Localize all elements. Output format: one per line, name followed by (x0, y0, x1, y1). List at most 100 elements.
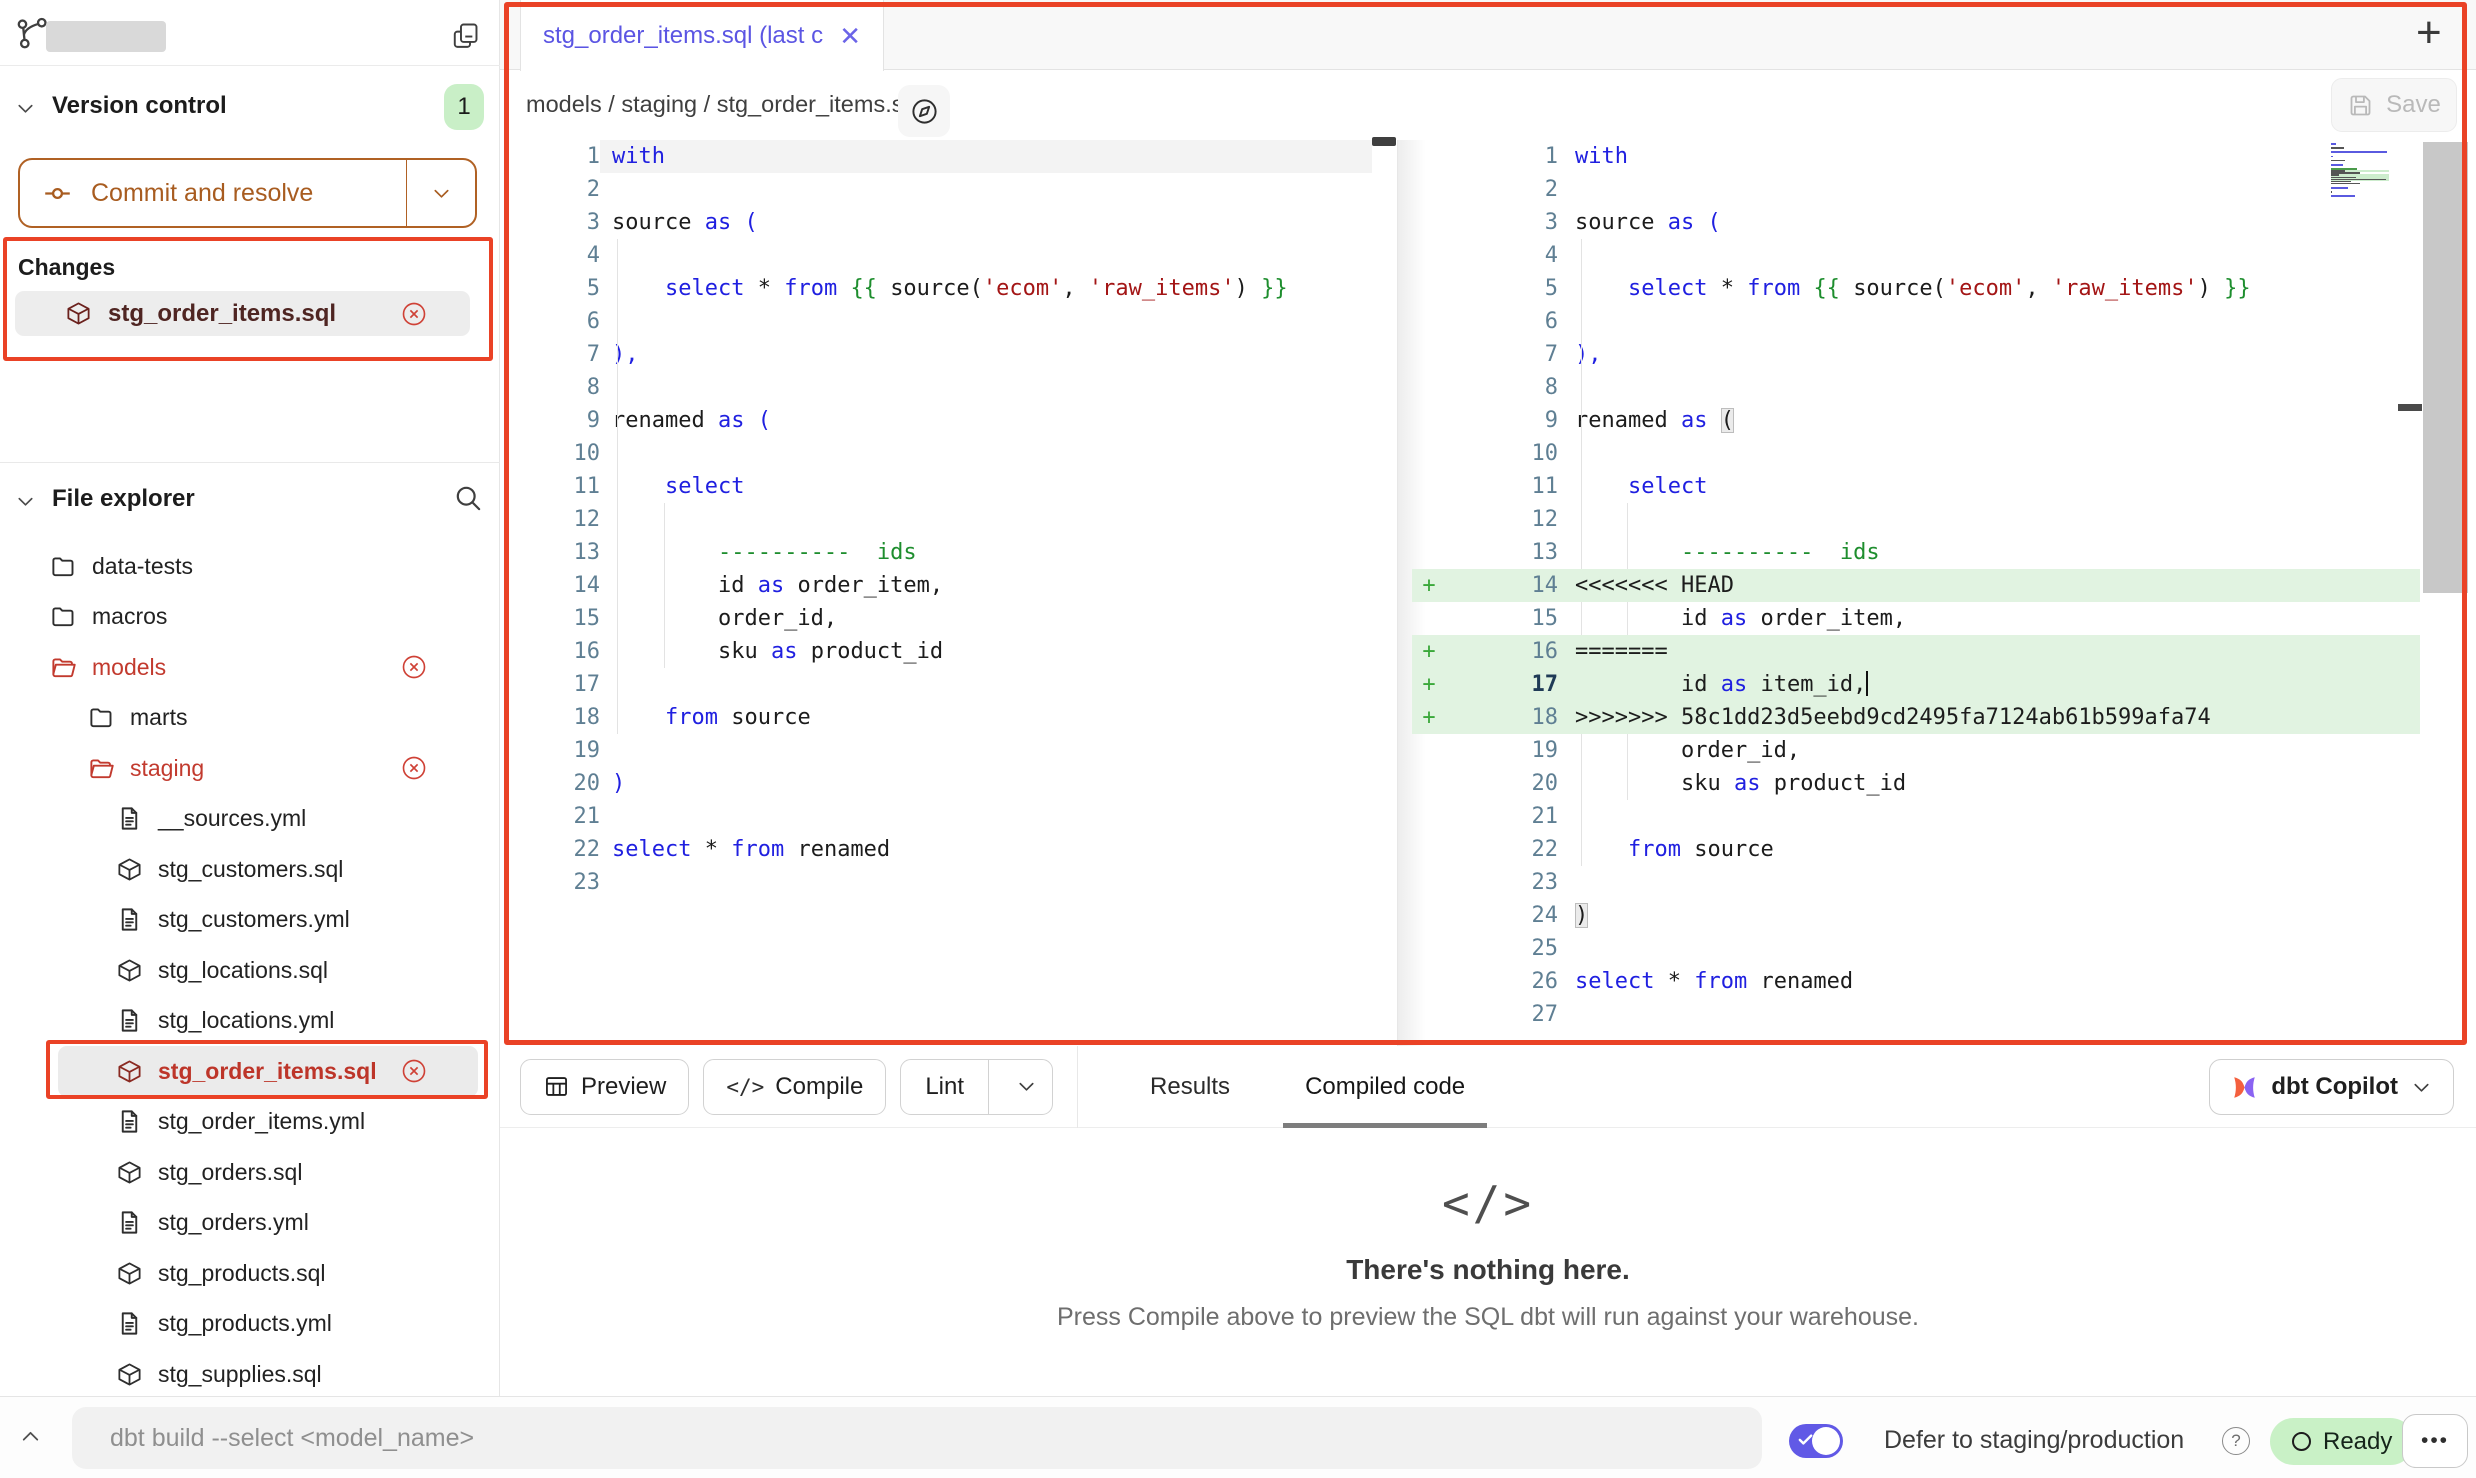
code-line-5[interactable]: 5 select * from {{ source('ecom', 'raw_i… (1412, 272, 2420, 305)
code-line-8[interactable]: 8 (1412, 371, 2420, 404)
search-icon[interactable] (452, 482, 483, 513)
code-line-15[interactable]: 15 order_id, (500, 602, 1372, 635)
save-button[interactable]: Save (2331, 78, 2457, 132)
code-line-17[interactable]: 17 (500, 668, 1372, 701)
file-item-stg_order_items.sql[interactable]: stg_order_items.sql (58, 1046, 478, 1097)
code-line-6[interactable]: 6 (1412, 305, 2420, 338)
file-item-stg_products.sql[interactable]: stg_products.sql (0, 1248, 500, 1299)
tab-compiled-code[interactable]: Compiled code (1295, 1046, 1475, 1128)
line-number: 7 (1446, 338, 1558, 371)
version-control-title[interactable]: Version control (52, 92, 227, 120)
right-pane-scrollbar-thumb[interactable] (2398, 404, 2422, 411)
lint-button[interactable]: Lint (900, 1059, 1053, 1115)
copy-icon[interactable] (450, 20, 481, 51)
code-line-27[interactable]: 27 (1412, 998, 2420, 1031)
code-line-21[interactable]: 21 (1412, 800, 2420, 833)
file-item-stg_locations.yml[interactable]: stg_locations.yml (0, 996, 500, 1047)
code-line-1[interactable]: 1with (1412, 140, 2420, 173)
code-line-12[interactable]: 12 (500, 503, 1372, 536)
code-line-1[interactable]: 1with (500, 140, 1372, 173)
code-line-10[interactable]: 10 (1412, 437, 2420, 470)
defer-toggle[interactable] (1789, 1424, 1843, 1458)
code-line-14[interactable]: +14<<<<<<< HEAD (1412, 569, 2420, 602)
close-icon[interactable]: ✕ (839, 23, 861, 49)
code-line-26[interactable]: 26select * from renamed (1412, 965, 2420, 998)
chevron-up-icon[interactable] (18, 1424, 43, 1449)
code-line-19[interactable]: 19 order_id, (1412, 734, 2420, 767)
commit-dropdown-button[interactable] (407, 160, 475, 226)
changed-file-item[interactable]: stg_order_items.sql (15, 291, 470, 336)
tab-stg-order-items[interactable]: stg_order_items.sql (last c... ✕ (520, 0, 884, 71)
code-line-6[interactable]: 6 (500, 305, 1372, 338)
code-line-8[interactable]: 8 (500, 371, 1372, 404)
code-line-13[interactable]: 13 ---------- ids (1412, 536, 2420, 569)
code-line-23[interactable]: 23 (1412, 866, 2420, 899)
code-line-14[interactable]: 14 id as order_item, (500, 569, 1372, 602)
file-item-__sources.yml[interactable]: __sources.yml (0, 794, 500, 845)
code-line-12[interactable]: 12 (1412, 503, 2420, 536)
file-item-stg_orders.sql[interactable]: stg_orders.sql (0, 1147, 500, 1198)
dbt-copilot-button[interactable]: dbt Copilot (2209, 1059, 2454, 1115)
chevron-down-icon[interactable] (14, 490, 37, 513)
code-line-7[interactable]: 7), (500, 338, 1372, 371)
code-line-17[interactable]: +17 id as item_id, (1412, 668, 2420, 701)
code-line-9[interactable]: 9renamed as ( (500, 404, 1372, 437)
code-line-24[interactable]: 24) (1412, 899, 2420, 932)
editor-pane-working[interactable]: 1with23source as (45 select * from {{ so… (500, 140, 1372, 899)
code-line-13[interactable]: 13 ---------- ids (500, 536, 1372, 569)
code-line-21[interactable]: 21 (500, 800, 1372, 833)
chevron-down-icon[interactable] (14, 97, 37, 120)
code-line-2[interactable]: 2 (1412, 173, 2420, 206)
code-line-11[interactable]: 11 select (1412, 470, 2420, 503)
breadcrumb[interactable]: models / staging / stg_order_items.sql (526, 91, 922, 118)
compile-button[interactable]: </> Compile (703, 1059, 886, 1115)
code-line-18[interactable]: 18 from source (500, 701, 1372, 734)
preview-button[interactable]: Preview (520, 1059, 689, 1115)
new-tab-button[interactable]: + (2416, 8, 2442, 58)
code-line-2[interactable]: 2 (500, 173, 1372, 206)
code-line-11[interactable]: 11 select (500, 470, 1372, 503)
code-line-22[interactable]: 22 from source (1412, 833, 2420, 866)
code-line-20[interactable]: 20) (500, 767, 1372, 800)
file-item-stg_locations.sql[interactable]: stg_locations.sql (0, 945, 500, 996)
file-item-macros[interactable]: macros (0, 592, 500, 643)
code-line-22[interactable]: 22select * from renamed (500, 833, 1372, 866)
file-item-models[interactable]: models (0, 642, 500, 693)
file-item-stg_customers.sql[interactable]: stg_customers.sql (0, 844, 500, 895)
file-item-staging[interactable]: staging (0, 743, 500, 794)
left-pane-scrollbar-thumb[interactable] (1372, 137, 1396, 146)
file-item-stg_supplies.sql[interactable]: stg_supplies.sql (0, 1349, 500, 1396)
code-line-9[interactable]: 9renamed as ( (1412, 404, 2420, 437)
code-line-4[interactable]: 4 (1412, 239, 2420, 272)
code-line-3[interactable]: 3source as ( (1412, 206, 2420, 239)
lint-dropdown-button[interactable] (1000, 1060, 1052, 1114)
code-line-19[interactable]: 19 (500, 734, 1372, 767)
file-item-data-tests[interactable]: data-tests (0, 541, 500, 592)
file-item-stg_orders.yml[interactable]: stg_orders.yml (0, 1198, 500, 1249)
code-line-16[interactable]: 16 sku as product_id (500, 635, 1372, 668)
file-item-marts[interactable]: marts (0, 693, 500, 744)
code-line-16[interactable]: +16======= (1412, 635, 2420, 668)
file-item-stg_order_items.yml[interactable]: stg_order_items.yml (0, 1097, 500, 1148)
file-item-stg_products.yml[interactable]: stg_products.yml (0, 1299, 500, 1350)
commit-and-resolve-button[interactable]: Commit and resolve (18, 158, 477, 228)
code-line-15[interactable]: 15 id as order_item, (1412, 602, 2420, 635)
code-line-25[interactable]: 25 (1412, 932, 2420, 965)
code-line-10[interactable]: 10 (500, 437, 1372, 470)
editor-scrollbar[interactable] (2423, 142, 2468, 593)
help-icon[interactable]: ? (2222, 1427, 2250, 1455)
code-line-20[interactable]: 20 sku as product_id (1412, 767, 2420, 800)
command-input[interactable] (72, 1407, 1762, 1469)
code-line-4[interactable]: 4 (500, 239, 1372, 272)
code-line-3[interactable]: 3source as ( (500, 206, 1372, 239)
code-line-7[interactable]: 7), (1412, 338, 2420, 371)
editor-pane-diff[interactable]: 1with23source as (45 select * from {{ so… (1412, 140, 2420, 1031)
lineage-button[interactable] (898, 85, 950, 137)
code-line-18[interactable]: +18>>>>>>> 58c1dd23d5eebd9cd2495fa7124ab… (1412, 701, 2420, 734)
code-line-23[interactable]: 23 (500, 866, 1372, 899)
tab-results[interactable]: Results (1140, 1046, 1240, 1128)
overflow-menu-button[interactable]: ••• (2402, 1414, 2468, 1468)
file-explorer-title[interactable]: File explorer (52, 485, 195, 513)
code-line-5[interactable]: 5 select * from {{ source('ecom', 'raw_i… (500, 272, 1372, 305)
file-item-stg_customers.yml[interactable]: stg_customers.yml (0, 895, 500, 946)
